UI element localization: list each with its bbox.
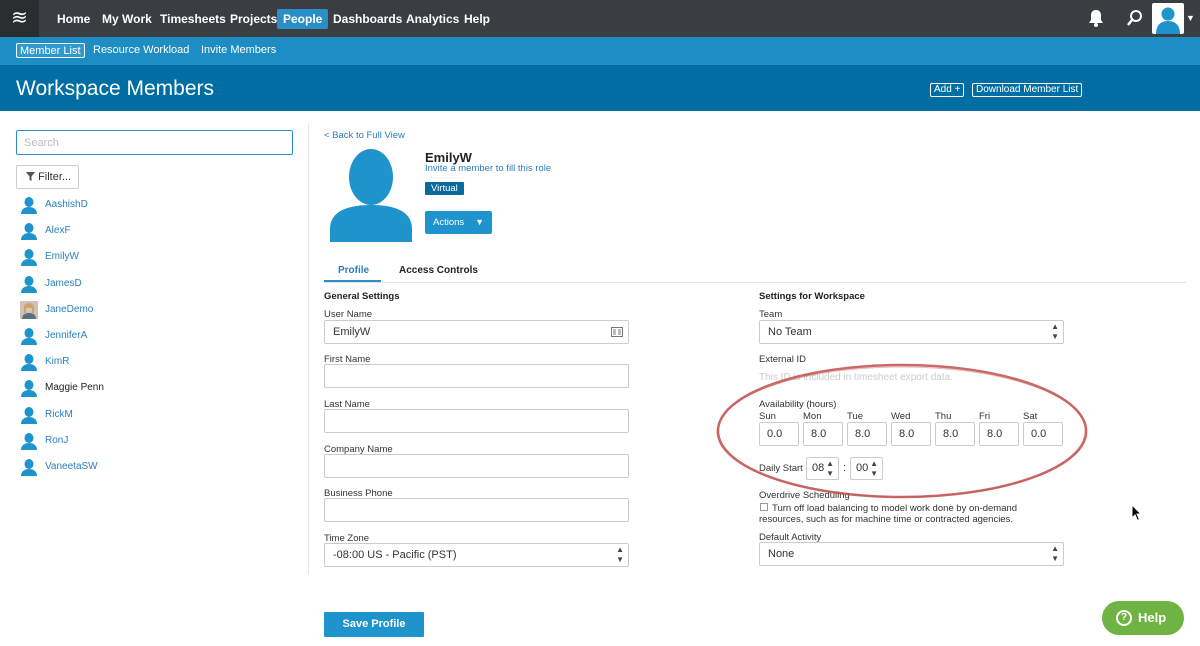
business-phone-field[interactable]	[324, 498, 629, 522]
contact-card-icon	[611, 327, 623, 337]
help-label: Help	[1138, 610, 1167, 625]
member-photo-avatar	[20, 301, 38, 319]
user-avatar-icon	[1156, 7, 1180, 34]
annotation-oval	[716, 363, 1088, 499]
member-name: EmilyW	[45, 251, 79, 262]
bell-icon[interactable]	[1086, 8, 1106, 28]
overdrive-checkbox[interactable]	[760, 503, 768, 511]
subnav-member-list[interactable]: Member List	[16, 43, 85, 58]
select-arrows-icon: ▲ ▼	[616, 545, 624, 564]
sub-nav: Member List Resource Workload Invite Mem…	[0, 37, 1200, 65]
workspace-settings-title: Settings for Workspace	[759, 291, 865, 302]
virtual-badge: Virtual	[425, 182, 464, 195]
member-name: AashishD	[45, 199, 88, 210]
person-icon	[21, 197, 37, 214]
question-icon: ?	[1116, 610, 1132, 626]
member-list-item[interactable]: RonJ	[20, 432, 270, 450]
invite-member-link[interactable]: Invite a member to fill this role	[425, 163, 551, 174]
last-name-field[interactable]	[324, 409, 629, 433]
person-icon	[21, 433, 37, 450]
member-name: JamesD	[45, 278, 82, 289]
add-member-button[interactable]: Add +	[930, 83, 965, 97]
member-list-item[interactable]: VaneetaSW	[20, 458, 270, 476]
nav-my-work[interactable]: My Work	[96, 9, 158, 29]
nav-timesheets[interactable]: Timesheets	[154, 9, 232, 29]
team-select[interactable]: No Team ▲ ▼	[759, 320, 1064, 344]
member-list-item[interactable]: JaneDemo	[20, 301, 270, 319]
member-name: AlexF	[45, 225, 71, 236]
divider	[308, 124, 309, 574]
person-icon	[21, 407, 37, 424]
search-icon[interactable]	[1126, 9, 1144, 27]
app-logo[interactable]: ≋	[0, 0, 39, 37]
member-list-item[interactable]: JamesD	[20, 275, 270, 293]
member-list-item[interactable]: AlexF	[20, 222, 270, 240]
save-profile-button[interactable]: Save Profile	[324, 612, 424, 637]
mouse-cursor-icon	[1131, 504, 1143, 522]
member-name: RonJ	[45, 435, 69, 446]
team-label: Team	[759, 309, 783, 320]
tab-profile[interactable]: Profile	[338, 265, 369, 276]
member-list-item[interactable]: Maggie Penn	[20, 379, 270, 397]
default-activity-select[interactable]: None ▲ ▼	[759, 542, 1064, 566]
person-icon	[21, 459, 37, 476]
member-list-item[interactable]: KimR	[20, 353, 270, 371]
actions-label: Actions	[433, 217, 465, 228]
caret-down-icon: ▼	[475, 217, 484, 227]
person-icon	[21, 380, 37, 397]
default-activity-value: None	[768, 548, 795, 560]
filter-label: Filter...	[38, 171, 72, 183]
general-settings-title: General Settings	[324, 291, 400, 302]
download-member-list-button[interactable]: Download Member List	[972, 83, 1083, 97]
first-name-field[interactable]	[324, 364, 629, 388]
tab-access-controls[interactable]: Access Controls	[399, 265, 478, 276]
select-arrows-icon: ▲ ▼	[1051, 544, 1059, 563]
nav-people[interactable]: People	[277, 9, 329, 29]
member-list-item[interactable]: JenniferA	[20, 327, 270, 345]
actions-dropdown-button[interactable]: Actions ▼	[425, 211, 492, 234]
member-name: JaneDemo	[45, 304, 94, 315]
time-zone-value: -08:00 US - Pacific (PST)	[333, 549, 457, 561]
top-nav: ≋ Home My Work Timesheets Projects Peopl…	[0, 0, 1200, 37]
page-title: Workspace Members	[16, 77, 215, 100]
team-value: No Team	[768, 326, 812, 338]
back-to-full-view-link[interactable]: < Back to Full View	[324, 130, 405, 141]
nav-help[interactable]: Help	[458, 9, 496, 29]
person-icon	[21, 354, 37, 371]
nav-home[interactable]: Home	[51, 9, 96, 29]
user-avatar[interactable]	[1152, 3, 1184, 34]
member-name: Maggie Penn	[45, 382, 104, 393]
member-name: KimR	[45, 356, 70, 367]
member-list-item[interactable]: RickM	[20, 406, 270, 424]
user-name-field[interactable]: EmilyW	[324, 320, 629, 344]
nav-analytics[interactable]: Analytics	[400, 9, 465, 29]
help-button[interactable]: ? Help	[1102, 601, 1184, 635]
search-input[interactable]	[16, 130, 293, 155]
subnav-resource-workload[interactable]: Resource Workload	[90, 43, 192, 58]
nav-projects[interactable]: Projects	[224, 9, 283, 29]
nav-dashboards[interactable]: Dashboards	[327, 9, 408, 29]
member-list-item[interactable]: AashishD	[20, 196, 270, 214]
person-icon	[21, 328, 37, 345]
page-header: Workspace Members Add + Download Member …	[0, 65, 1200, 111]
filter-icon	[26, 172, 35, 181]
user-name-value: EmilyW	[333, 326, 371, 338]
overdrive-description: Turn off load balancing to model work do…	[759, 503, 1018, 525]
member-name: JenniferA	[45, 330, 88, 341]
company-name-field[interactable]	[324, 454, 629, 478]
person-icon	[21, 276, 37, 293]
person-icon	[21, 223, 37, 240]
member-name: VaneetaSW	[45, 461, 98, 472]
person-icon	[21, 249, 37, 266]
profile-avatar-icon	[330, 149, 412, 242]
user-name-label: User Name	[324, 309, 373, 320]
time-zone-select[interactable]: -08:00 US - Pacific (PST) ▲ ▼	[324, 543, 629, 567]
member-list-item[interactable]: EmilyW	[20, 248, 270, 266]
member-name: RickM	[45, 409, 73, 420]
chevron-down-icon[interactable]: ▼	[1186, 13, 1195, 23]
subnav-invite-members[interactable]: Invite Members	[198, 43, 279, 58]
select-arrows-icon: ▲ ▼	[1051, 322, 1059, 341]
tab-divider	[324, 282, 1186, 283]
filter-button[interactable]: Filter...	[16, 165, 79, 189]
